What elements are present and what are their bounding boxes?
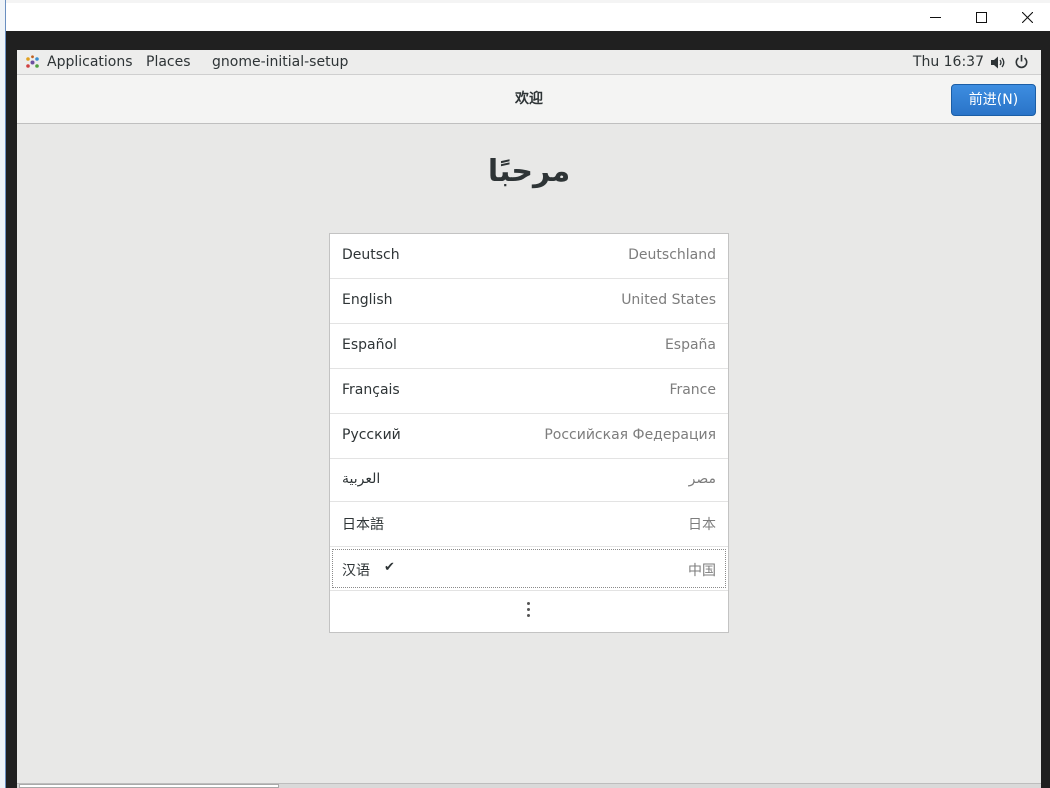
language-name: Español <box>342 337 397 353</box>
language-row-chinese[interactable]: 汉语 ✔ 中国 <box>330 547 728 591</box>
gnome-top-bar: Applications Places gnome-initial-setup … <box>17 50 1041 75</box>
language-region: Deutschland <box>628 247 716 263</box>
places-menu[interactable]: Places <box>146 50 191 74</box>
language-name: 汉语 <box>342 563 370 579</box>
host-titlebar <box>6 3 1050 31</box>
language-region: Российская Федерация <box>544 427 716 443</box>
scrollbar-thumb[interactable] <box>19 784 279 788</box>
more-vertical-icon <box>527 602 531 620</box>
minimize-icon[interactable] <box>912 3 958 31</box>
language-region: 日本 <box>688 517 716 533</box>
checkmark-icon: ✔ <box>384 560 395 575</box>
language-row-english[interactable]: English United States <box>330 279 728 324</box>
applications-icon <box>26 55 39 68</box>
language-name: 日本語 <box>342 517 384 533</box>
clock[interactable]: Thu 16:37 <box>913 50 984 74</box>
language-row-russian[interactable]: Русский Российская Федерация <box>330 414 728 459</box>
welcome-heading: مرحبًا <box>487 154 571 189</box>
language-region: United States <box>621 292 716 308</box>
language-name: Français <box>342 382 400 398</box>
next-button[interactable]: 前进(N) <box>951 84 1036 116</box>
vm-viewport: Applications Places gnome-initial-setup … <box>6 31 1050 788</box>
language-name: English <box>342 292 393 308</box>
language-row-arabic[interactable]: العربية مصر <box>330 459 728 502</box>
guest-screen: Applications Places gnome-initial-setup … <box>17 50 1041 788</box>
applications-menu[interactable]: Applications <box>47 50 133 74</box>
language-row-japanese[interactable]: 日本語 日本 <box>330 502 728 547</box>
language-row-espanol[interactable]: Español España <box>330 324 728 369</box>
language-name: Русский <box>342 427 401 443</box>
language-list: Deutsch Deutschland English United State… <box>329 233 729 633</box>
language-name: Deutsch <box>342 247 400 263</box>
language-region: France <box>669 382 716 398</box>
page-title: 欢迎 <box>515 91 543 107</box>
language-region: España <box>664 337 716 353</box>
language-region: مصر <box>688 471 716 487</box>
more-languages-button[interactable] <box>330 588 728 632</box>
language-row-francais[interactable]: Français France <box>330 369 728 414</box>
close-icon[interactable] <box>1004 3 1050 31</box>
volume-icon[interactable] <box>990 55 1006 70</box>
language-region: 中国 <box>688 563 716 579</box>
maximize-icon[interactable] <box>958 3 1004 31</box>
power-icon[interactable] <box>1014 54 1029 70</box>
language-name: العربية <box>342 471 381 487</box>
app-menu[interactable]: gnome-initial-setup <box>212 50 348 74</box>
language-row-deutsch[interactable]: Deutsch Deutschland <box>330 234 728 279</box>
header-bar: 欢迎 前进(N) <box>17 75 1041 124</box>
horizontal-scrollbar[interactable] <box>17 783 1041 788</box>
